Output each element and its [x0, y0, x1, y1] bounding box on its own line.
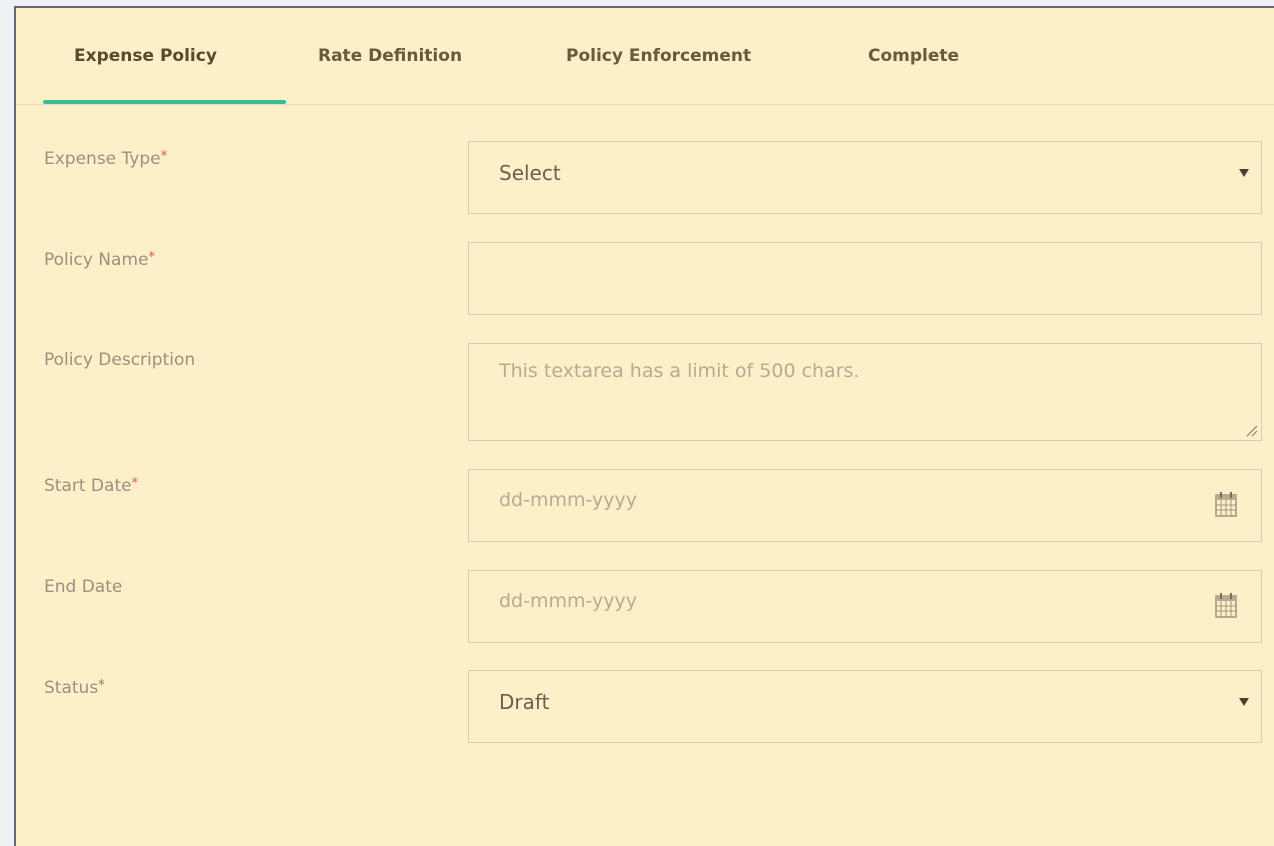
status-select[interactable]: Draft — [468, 670, 1262, 743]
start-date-label: Start Date* — [44, 476, 138, 496]
end-date-placeholder: dd-mmm-yyyy — [499, 590, 638, 612]
policy-name-label: Policy Name* — [44, 250, 155, 270]
tab-expense-policy[interactable]: Expense Policy — [74, 46, 217, 66]
policy-name-label-text: Policy Name — [44, 250, 149, 270]
expense-type-label-text: Expense Type — [44, 149, 161, 169]
end-date-input[interactable]: dd-mmm-yyyy — [468, 570, 1262, 643]
chevron-down-icon — [1239, 169, 1249, 177]
required-marker: * — [148, 250, 155, 265]
start-date-placeholder: dd-mmm-yyyy — [499, 489, 638, 511]
policy-description-textarea[interactable]: This textarea has a limit of 500 chars. — [468, 343, 1262, 441]
tab-policy-enforcement[interactable]: Policy Enforcement — [566, 46, 751, 66]
policy-description-label-text: Policy Description — [44, 350, 196, 370]
end-date-label: End Date — [44, 577, 122, 597]
end-date-label-text: End Date — [44, 577, 123, 597]
active-tab-indicator — [43, 100, 286, 104]
expense-policy-panel: Expense Policy Rate Definition Policy En… — [14, 6, 1274, 846]
start-date-input[interactable]: dd-mmm-yyyy — [468, 469, 1262, 542]
policy-name-input[interactable] — [468, 242, 1262, 315]
expense-type-label: Expense Type* — [44, 149, 167, 169]
resize-handle-icon[interactable] — [1244, 423, 1258, 437]
required-marker: * — [98, 678, 105, 693]
status-label-text: Status — [44, 678, 99, 698]
start-date-label-text: Start Date — [44, 476, 132, 496]
chevron-down-icon — [1239, 698, 1249, 706]
expense-type-select[interactable]: Select — [468, 141, 1262, 214]
status-value: Draft — [499, 690, 550, 714]
policy-description-placeholder: This textarea has a limit of 500 chars. — [499, 360, 860, 382]
policy-description-label: Policy Description — [44, 350, 195, 370]
expense-type-value: Select — [499, 161, 561, 185]
calendar-icon[interactable] — [1215, 592, 1237, 618]
required-marker: * — [131, 476, 139, 491]
tab-complete[interactable]: Complete — [868, 46, 959, 66]
required-marker: * — [160, 149, 168, 164]
calendar-icon[interactable] — [1215, 491, 1237, 517]
status-label: Status* — [44, 678, 105, 698]
tab-rate-definition[interactable]: Rate Definition — [318, 46, 462, 66]
wizard-tabs: Expense Policy Rate Definition Policy En… — [16, 8, 1274, 105]
